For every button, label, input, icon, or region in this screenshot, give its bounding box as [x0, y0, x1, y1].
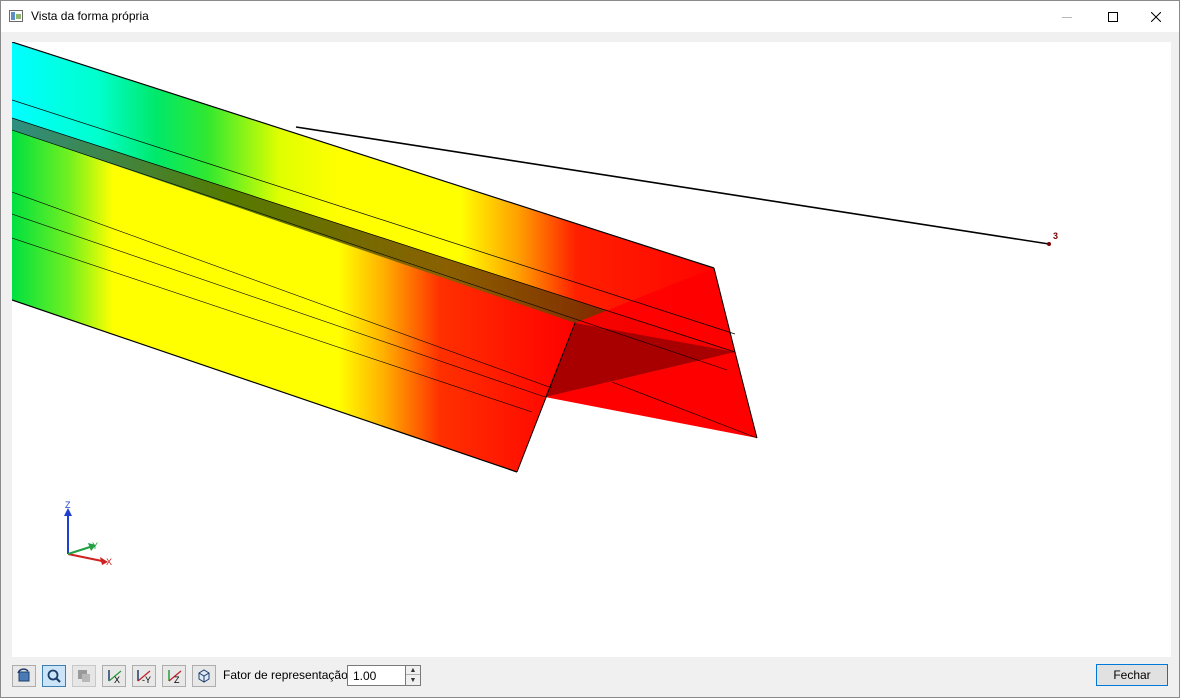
- zoom-icon: [47, 669, 61, 683]
- zoom-button[interactable]: [42, 665, 66, 687]
- view-minus-y-icon: -Y: [137, 670, 151, 684]
- node-3-marker[interactable]: [1047, 242, 1051, 246]
- view-iso-button[interactable]: [192, 665, 216, 687]
- bottom-toolbar: X -Y Z Fator de representação: ▲ ▼ Fecha…: [1, 660, 1179, 697]
- view-rotate-button[interactable]: [12, 665, 36, 687]
- factor-input[interactable]: [347, 665, 406, 686]
- close-button[interactable]: Fechar: [1096, 664, 1168, 686]
- minimize-button[interactable]: [1044, 1, 1090, 32]
- view-x-button[interactable]: X: [102, 665, 126, 687]
- view-z-button[interactable]: Z: [162, 665, 186, 687]
- view-iso-icon: [198, 669, 210, 683]
- app-icon: [9, 10, 23, 22]
- factor-spinner[interactable]: ▲ ▼: [405, 665, 421, 686]
- view-z-icon: Z: [168, 670, 182, 684]
- close-icon: [1151, 11, 1161, 22]
- axis-z-label: Z: [65, 500, 71, 510]
- window-title: Vista da forma própria: [31, 9, 149, 23]
- 3d-viewport[interactable]: 3 Z Y X: [12, 42, 1171, 657]
- axis-y-label: Y: [92, 541, 98, 551]
- svg-text:-Y: -Y: [142, 675, 151, 684]
- minimize-icon: [1062, 16, 1072, 18]
- title-bar: Vista da forma própria: [1, 1, 1179, 32]
- axis-x-label: X: [106, 557, 112, 567]
- view-x-icon: X: [108, 670, 122, 684]
- maximize-icon: [1108, 11, 1118, 22]
- node-3-label: 3: [1053, 231, 1058, 241]
- svg-text:X: X: [114, 675, 120, 684]
- axis-triad: Z Y X: [64, 500, 112, 567]
- view-minus-y-button[interactable]: -Y: [132, 665, 156, 687]
- svg-text:Z: Z: [174, 675, 180, 684]
- maximize-button[interactable]: [1090, 1, 1136, 32]
- factor-label: Fator de representação:: [223, 668, 352, 682]
- spin-up-icon[interactable]: ▲: [406, 666, 420, 675]
- eigenshape-window: Vista da forma própria 3 Z Y X X -Y Z Fa…: [0, 0, 1180, 698]
- render-mode-button[interactable]: [72, 665, 96, 687]
- render-mode-icon: [78, 670, 90, 682]
- eigenshape-render: 3 Z Y X: [12, 42, 1058, 567]
- view-rotate-icon: [17, 668, 30, 682]
- window-close-button[interactable]: [1133, 1, 1179, 32]
- spin-down-icon[interactable]: ▼: [406, 676, 420, 685]
